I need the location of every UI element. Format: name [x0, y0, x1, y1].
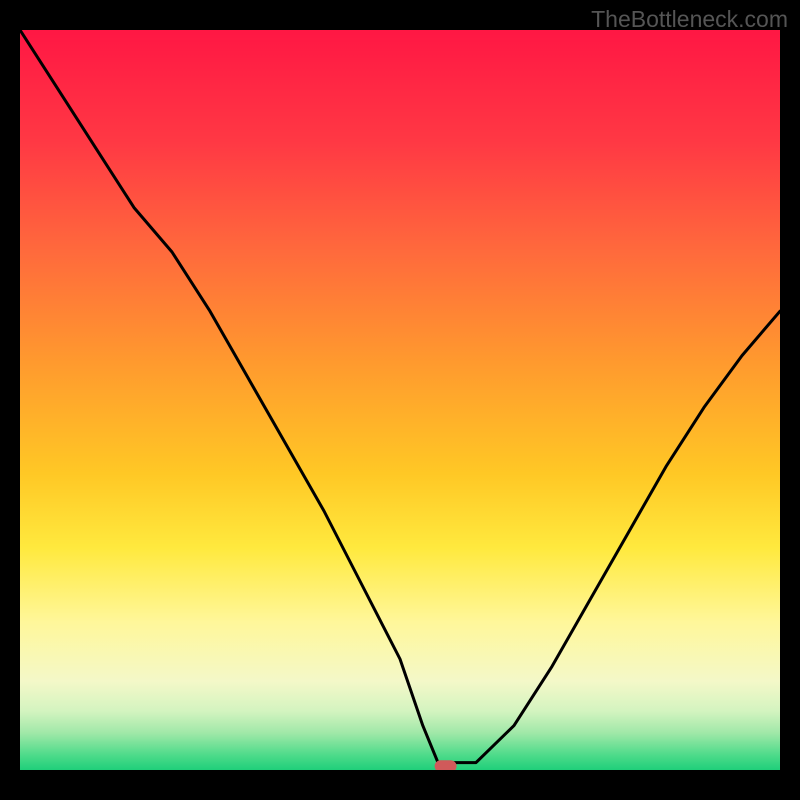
watermark-text: TheBottleneck.com: [591, 6, 788, 33]
chart-svg: [20, 30, 780, 770]
chart-container: TheBottleneck.com: [0, 0, 800, 800]
optimal-marker: [435, 760, 457, 770]
plot-area: [20, 30, 780, 770]
